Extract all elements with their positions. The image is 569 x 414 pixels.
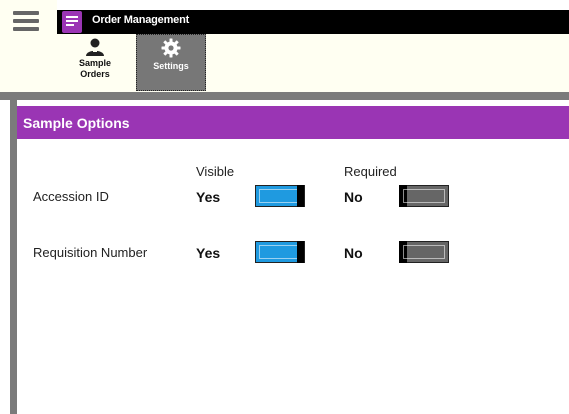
gear-icon — [161, 38, 181, 58]
visible-column-label: Visible — [196, 164, 235, 179]
app-title: Order Management — [92, 14, 190, 26]
requisition-number-required-toggle[interactable] — [399, 241, 449, 263]
requisition-number-visible-toggle[interactable] — [255, 241, 305, 263]
app-list-icon — [62, 11, 82, 33]
accession-id-required-toggle[interactable] — [399, 185, 449, 207]
hamburger-icon[interactable] — [13, 11, 39, 31]
requisition-number-visible-value: Yes — [196, 245, 221, 261]
accession-id-required-value: No — [344, 189, 363, 205]
accession-id-visible-value: Yes — [196, 189, 221, 205]
sample-orders-button[interactable]: Sample Orders — [60, 34, 130, 91]
sample-orders-label: Sample Orders — [78, 58, 111, 79]
settings-label: Settings — [153, 61, 189, 71]
requisition-number-label: Requisition Number — [33, 245, 148, 260]
accession-id-label: Accession ID — [33, 189, 109, 204]
frame-left-border — [10, 100, 17, 414]
menu-column — [0, 0, 57, 34]
settings-button[interactable]: Settings — [136, 34, 206, 91]
toolbar-separator — [0, 92, 569, 100]
accession-id-visible-toggle[interactable] — [255, 185, 305, 207]
required-column-label: Required — [344, 164, 397, 179]
requisition-number-required-value: No — [344, 245, 363, 261]
user-icon — [86, 38, 104, 56]
panel-title: Sample Options — [23, 115, 130, 131]
